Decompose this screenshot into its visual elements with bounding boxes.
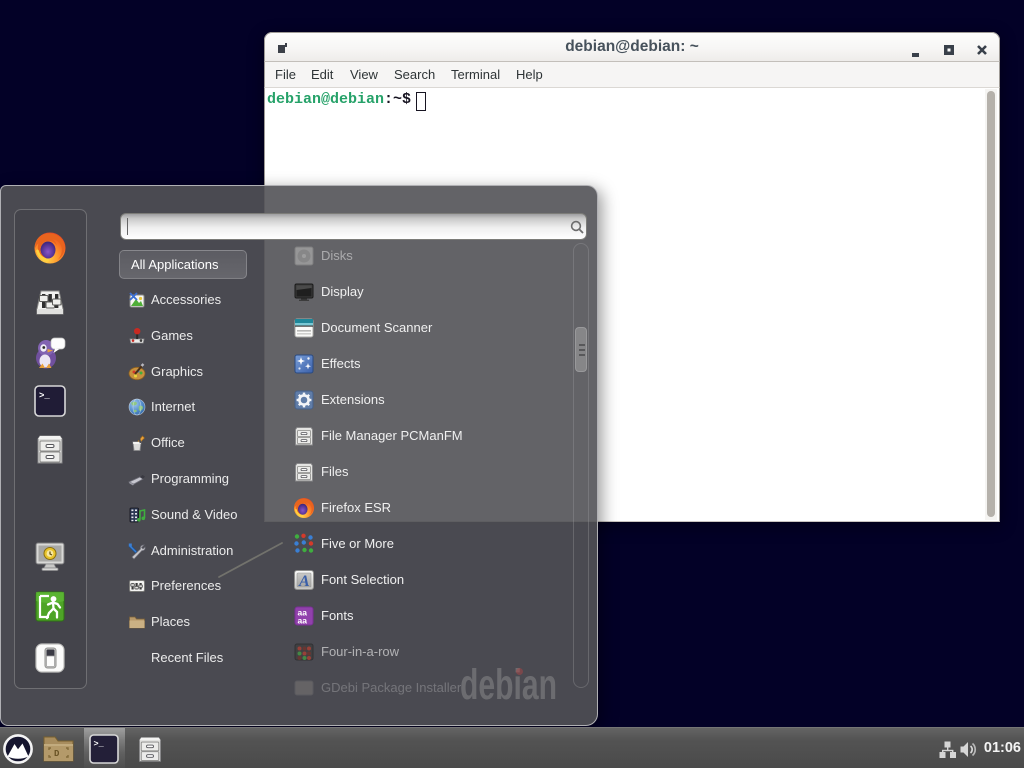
svg-text:>_: >_ (39, 391, 50, 401)
svg-text:aa: aa (298, 616, 308, 626)
svg-text:>_: >_ (94, 739, 105, 749)
svg-text:A: A (298, 573, 310, 590)
svg-text:D: D (54, 749, 60, 759)
